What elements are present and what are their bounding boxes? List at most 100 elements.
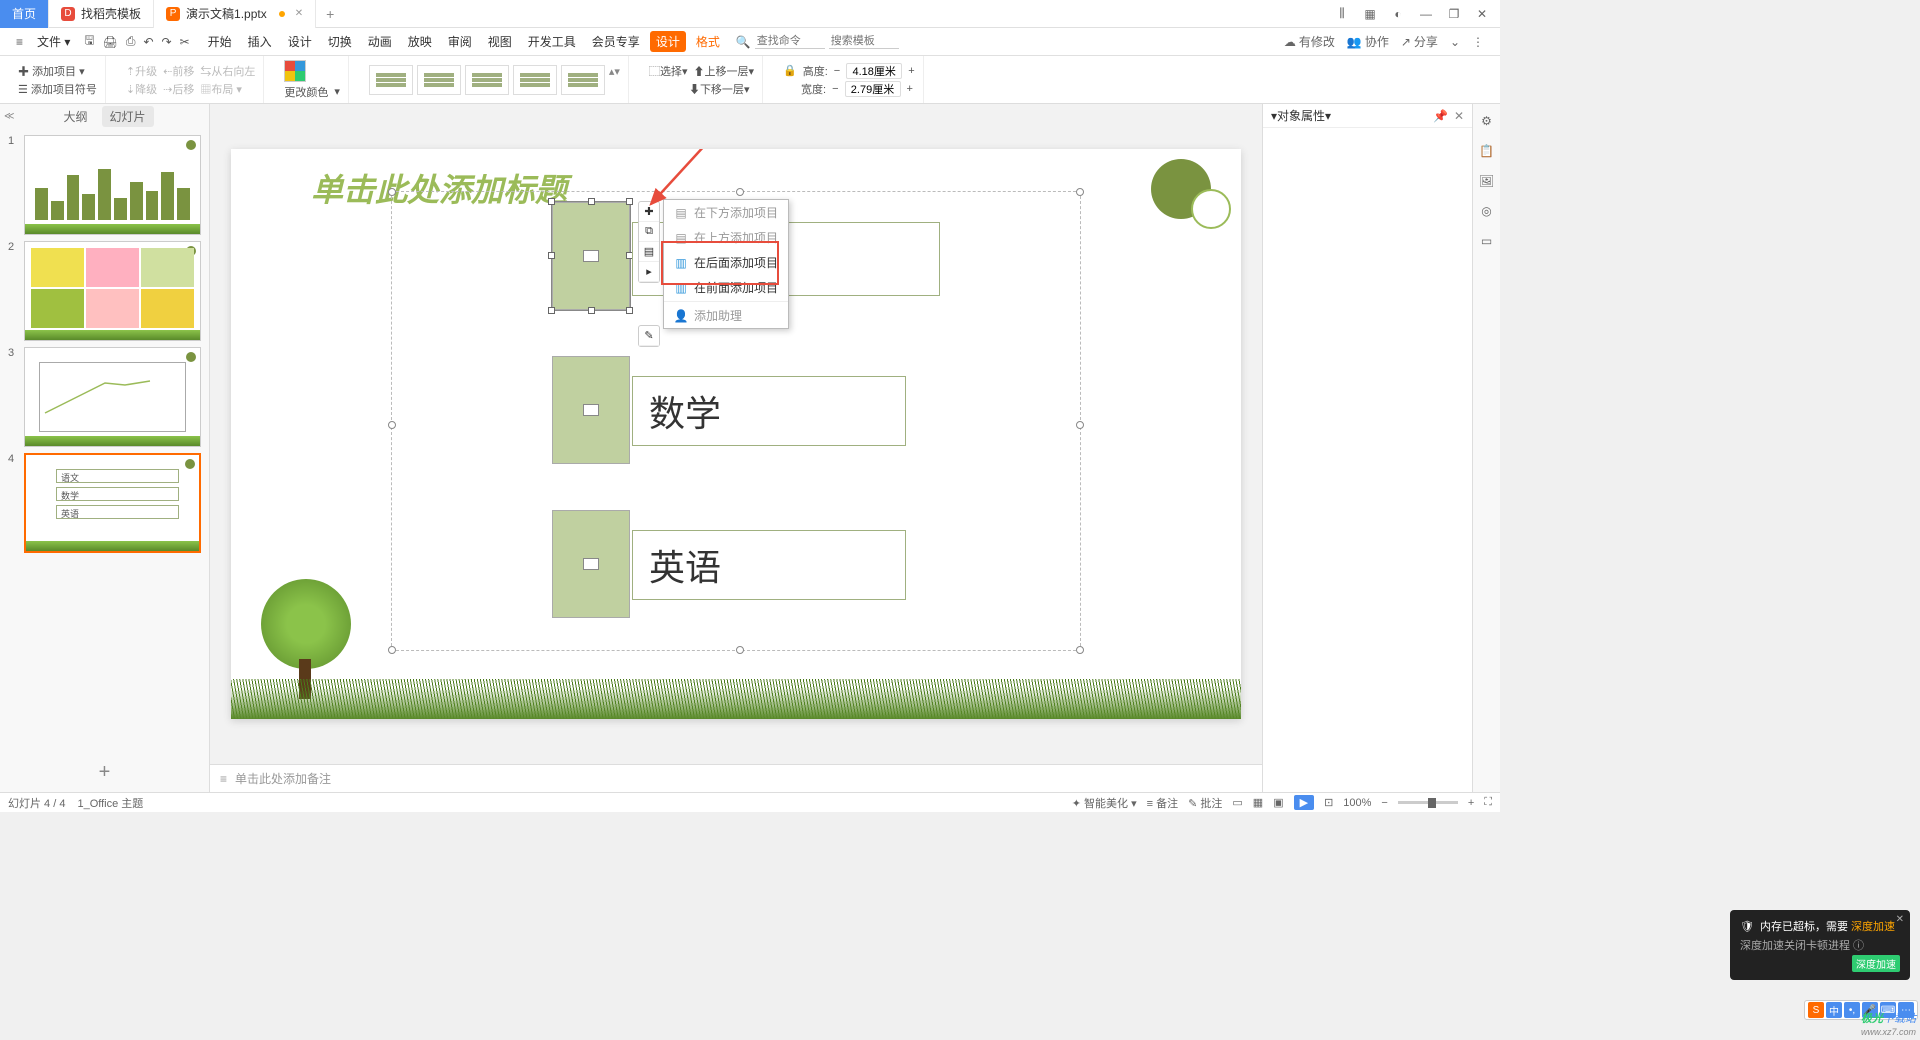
float-add-item-icon[interactable]: ✚	[639, 202, 659, 222]
menu-transition[interactable]: 切换	[322, 31, 358, 52]
ime-lang[interactable]: 中	[1826, 1002, 1842, 1018]
sa-style-3[interactable]	[465, 65, 509, 95]
toast-action-button[interactable]: 深度加速	[1852, 955, 1900, 972]
notes-pane[interactable]: ≡ 单击此处添加备注	[210, 764, 1262, 792]
maximize-icon[interactable]: ❐	[1446, 6, 1462, 22]
reading-mode-icon[interactable]: ⫼	[1334, 6, 1350, 22]
image-tool-icon[interactable]: 🖼	[1478, 172, 1496, 190]
ctx-add-above[interactable]: ▤在上方添加项目	[664, 225, 788, 250]
close-panel-icon[interactable]: ✕	[1454, 109, 1464, 123]
redo-icon[interactable]: ↷	[162, 35, 172, 49]
search-command-input[interactable]	[755, 34, 825, 49]
styles-expand-icon[interactable]: ▴▾	[609, 65, 620, 95]
thumb-slide-1[interactable]	[24, 135, 201, 235]
sa-style-4[interactable]	[513, 65, 557, 95]
slide-canvas[interactable]: 单击此处添加标题 数学	[231, 149, 1241, 719]
settings-icon[interactable]: ⚙	[1478, 112, 1496, 130]
comments-button[interactable]: ✎ 批注	[1188, 795, 1222, 811]
outline-tab[interactable]: 大纲	[55, 106, 95, 127]
location-icon[interactable]: ◎	[1478, 202, 1496, 220]
smartart-image-2[interactable]	[552, 356, 630, 464]
minimize-icon[interactable]: —	[1418, 6, 1434, 22]
height-stepper-plus[interactable]: +	[908, 65, 914, 77]
float-pencil-icon[interactable]: ✎	[639, 326, 659, 346]
zoom-slider[interactable]	[1398, 801, 1458, 804]
sa-style-1[interactable]	[369, 65, 413, 95]
menu-review[interactable]: 审阅	[442, 31, 478, 52]
back-button[interactable]: ⇢后移	[163, 81, 194, 97]
more-icon[interactable]: ⋮	[1472, 35, 1484, 49]
user-avatar-icon[interactable]: ◐	[1390, 6, 1406, 22]
select-button[interactable]: ⬚选择▾	[649, 63, 688, 79]
forward-button[interactable]: ⇠前移	[163, 63, 194, 79]
view-normal-icon[interactable]: ▭	[1232, 796, 1242, 809]
float-more-icon[interactable]: ▸	[639, 262, 659, 282]
menu-start[interactable]: 开始	[202, 31, 238, 52]
file-menu[interactable]: 文件 ▾	[31, 31, 76, 52]
up-layer-button[interactable]: ⬆上移一层▾	[693, 63, 754, 79]
sa-style-2[interactable]	[417, 65, 461, 95]
upgrade-button[interactable]: ⇡升级	[126, 63, 157, 79]
hamburger-icon[interactable]: ≡	[16, 35, 23, 49]
slides-tab[interactable]: 幻灯片	[102, 106, 154, 127]
down-layer-button[interactable]: ⬇下移一层▾	[689, 81, 750, 97]
pending-changes[interactable]: ☁ 有修改	[1284, 33, 1335, 50]
collapse-panel-icon[interactable]: ≪	[4, 111, 14, 122]
notes-placeholder[interactable]: 单击此处添加备注	[235, 770, 331, 787]
search-icon[interactable]: 🔍	[736, 35, 751, 49]
menu-animation[interactable]: 动画	[362, 31, 398, 52]
add-bullet-button[interactable]: ☰ 添加项目符号	[18, 81, 97, 97]
print-icon[interactable]: 🖨	[103, 35, 118, 49]
smartart-label-2[interactable]: 数学	[632, 376, 906, 446]
slideshow-button[interactable]: ▶	[1294, 795, 1314, 810]
add-item-button[interactable]: ✚ 添加项目 ▾	[18, 63, 85, 79]
search-template-input[interactable]	[829, 34, 899, 49]
beautify-button[interactable]: ✦ 智能美化 ▾	[1072, 795, 1137, 811]
thumb-slide-4[interactable]: 语文 数学 英语	[24, 453, 201, 553]
ime-logo-icon[interactable]: S	[1808, 1002, 1824, 1018]
tab-templates[interactable]: D找稻壳模板	[49, 0, 154, 28]
add-slide-button[interactable]: +	[0, 752, 209, 792]
ctx-add-assistant[interactable]: 👤添加助理	[664, 303, 788, 328]
notes-toggle-icon[interactable]: ≡	[220, 772, 227, 786]
downgrade-button[interactable]: ⇣降级	[126, 81, 157, 97]
width-stepper-minus[interactable]: −	[832, 83, 838, 95]
menu-devtools[interactable]: 开发工具	[522, 31, 582, 52]
toast-close-icon[interactable]: ✕	[1896, 914, 1904, 925]
smartart-image-3[interactable]	[552, 510, 630, 618]
toast-link[interactable]: 深度加速	[1851, 921, 1895, 933]
thumb-slide-2[interactable]	[24, 241, 201, 341]
fit-window-icon[interactable]: ⛶	[1484, 796, 1492, 809]
close-window-icon[interactable]: ✕	[1474, 6, 1490, 22]
menu-slideshow[interactable]: 放映	[402, 31, 438, 52]
smartart-item-2[interactable]	[552, 356, 630, 464]
layout-button[interactable]: ▦布局 ▾	[200, 81, 242, 97]
float-layout-icon[interactable]: ▤	[639, 242, 659, 262]
thumbs-list[interactable]: 1 2 3 4 语文	[0, 128, 209, 752]
ctx-add-below[interactable]: ▤在下方添加项目	[664, 200, 788, 225]
change-color-icon[interactable]	[284, 60, 306, 82]
menu-insert[interactable]: 插入	[242, 31, 278, 52]
smartart-item-3[interactable]	[552, 510, 630, 618]
change-color-button[interactable]: 更改颜色	[284, 84, 328, 100]
view-reading-icon[interactable]: ▣	[1273, 796, 1283, 809]
chevron-down-icon[interactable]: ⌄	[1450, 35, 1460, 49]
ime-punct[interactable]: •,	[1844, 1002, 1860, 1018]
coop-button[interactable]: 👥 协作	[1347, 33, 1389, 50]
menu-view[interactable]: 视图	[482, 31, 518, 52]
share-button[interactable]: ↗ 分享	[1401, 33, 1438, 50]
clipboard-icon[interactable]: 📋	[1478, 142, 1496, 160]
smartart-item-1[interactable]	[552, 202, 630, 310]
pin-icon[interactable]: 📌	[1433, 109, 1448, 123]
new-tab-button[interactable]: +	[316, 6, 344, 22]
tab-document[interactable]: P演示文稿1.pptx✕	[154, 0, 316, 28]
lock-ratio-icon[interactable]: 🔒	[783, 64, 797, 77]
smartart-image-1[interactable]	[552, 202, 630, 310]
float-org-icon[interactable]: ⧉	[639, 222, 659, 242]
tab-home[interactable]: 首页	[0, 0, 49, 28]
ctx-add-after[interactable]: ▥在后面添加项目	[664, 250, 788, 275]
save-icon[interactable]: 🖫	[84, 31, 94, 52]
rtl-button[interactable]: ⇆从右向左	[200, 63, 255, 79]
menu-smartart-format[interactable]: 格式	[690, 31, 726, 52]
ctx-add-before[interactable]: ▥在前面添加项目	[664, 275, 788, 300]
